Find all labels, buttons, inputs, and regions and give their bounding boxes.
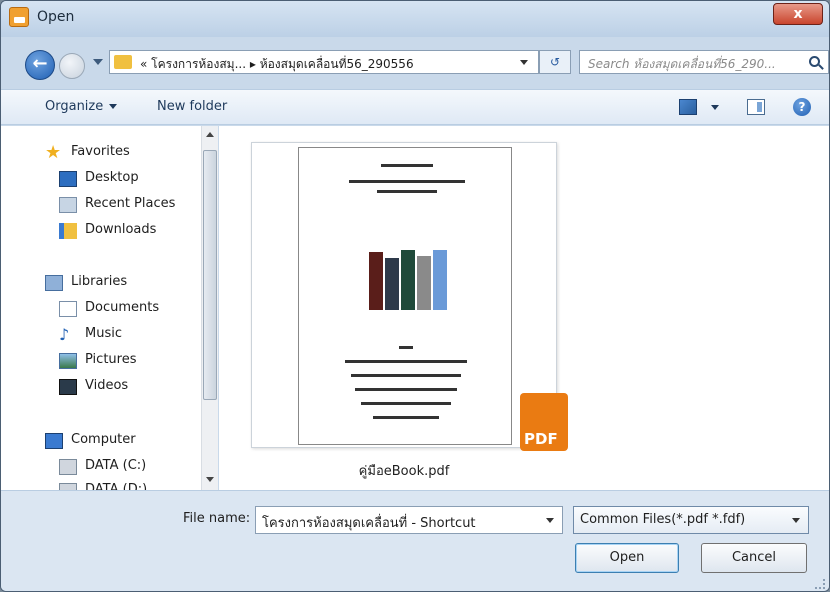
chevron-down-icon [109, 104, 118, 109]
scroll-down-icon[interactable] [206, 477, 214, 482]
file-item[interactable]: PDF [251, 142, 568, 451]
sidebar-item-label: Recent Places [85, 196, 176, 211]
change-view-icon[interactable] [679, 99, 697, 115]
dialog-footer: File name: โครงการห้องสมุดเคลื่อนที่ - S… [1, 490, 829, 591]
resize-grip-icon[interactable] [815, 579, 825, 589]
new-folder-button[interactable]: New folder [157, 99, 227, 114]
sidebar-item-label: Downloads [85, 222, 157, 237]
app-icon [9, 7, 29, 27]
star-icon: ★ [45, 142, 62, 163]
file-type-select[interactable]: Common Files(*.pdf *.fdf) [573, 506, 809, 534]
navigation-pane: ★ Favorites Desktop Recent Places Downlo… [1, 126, 201, 490]
sidebar-item-desktop[interactable]: Desktop [59, 168, 199, 190]
sidebar-item-recent-places[interactable]: Recent Places [59, 194, 199, 216]
sidebar-item-libraries[interactable]: Libraries [45, 272, 195, 294]
address-bar[interactable]: « โครงการห้องสมุ... ▸ ห้องสมุดเคลื่อนที่… [109, 50, 539, 74]
forward-button[interactable] [59, 53, 85, 79]
pdf-preview-thumbnail [298, 147, 512, 445]
file-name-dropdown-icon[interactable] [546, 518, 554, 523]
organize-label: Organize [45, 99, 104, 114]
organize-button[interactable]: Organize [45, 99, 118, 114]
recent-places-icon [59, 197, 77, 213]
pdf-file-icon: PDF [520, 393, 568, 451]
sidebar-item-pictures[interactable]: Pictures [59, 350, 199, 372]
sidebar-item-drive-c[interactable]: DATA (C:) [59, 456, 199, 478]
desktop-icon [59, 171, 77, 187]
file-list: PDF คู่มือeBook.pdf [219, 126, 829, 490]
file-name-value: โครงการห้องสมุดเคลื่อนที่ - Shortcut [262, 516, 476, 531]
folder-icon [114, 55, 132, 69]
sidebar-item-computer[interactable]: Computer [45, 430, 195, 452]
sidebar-item-label: Music [85, 326, 122, 341]
sidebar-item-downloads[interactable]: Downloads [59, 220, 199, 242]
document-icon [59, 301, 77, 317]
hard-drive-icon [59, 483, 77, 490]
hard-drive-icon [59, 459, 77, 475]
preview-pane-icon[interactable] [747, 99, 765, 115]
file-name-input[interactable]: โครงการห้องสมุดเคลื่อนที่ - Shortcut [255, 506, 563, 534]
film-icon [59, 379, 77, 395]
recent-locations-dropdown-icon[interactable] [93, 59, 103, 65]
sidebar-item-label: Favorites [71, 144, 130, 159]
refresh-button[interactable]: ↺ [539, 50, 571, 74]
window-title: Open [37, 9, 75, 25]
help-icon[interactable]: ? [793, 98, 811, 116]
search-icon[interactable] [809, 56, 820, 67]
sidebar-item-documents[interactable]: Documents [59, 298, 199, 320]
downloads-folder-icon [59, 223, 77, 239]
chevron-down-icon [792, 518, 800, 523]
sidebar-item-videos[interactable]: Videos [59, 376, 199, 398]
cancel-button[interactable]: Cancel [701, 543, 807, 573]
sidebar-item-label: Videos [85, 378, 129, 393]
view-options-dropdown-icon[interactable] [711, 105, 719, 110]
back-button[interactable]: ← [25, 50, 55, 80]
open-dialog: Open x ← « โครงการห้องสมุ... ▸ ห้องสมุดเ… [0, 0, 830, 592]
sidebar-item-label: DATA (C:) [85, 458, 147, 473]
sidebar-item-label: Computer [71, 432, 136, 447]
sidebar-item-label: Documents [85, 300, 160, 315]
title-bar[interactable]: Open x [1, 1, 829, 37]
sidebar-item-favorites[interactable]: ★ Favorites [45, 142, 195, 164]
scrollbar-thumb[interactable] [203, 150, 217, 400]
file-name-field-label: File name: [183, 511, 251, 526]
file-name-label[interactable]: คู่มือeBook.pdf [251, 460, 557, 481]
close-button[interactable]: x [773, 3, 823, 25]
open-button[interactable]: Open [575, 543, 679, 573]
breadcrumb[interactable]: « โครงการห้องสมุ... ▸ ห้องสมุดเคลื่อนที่… [140, 55, 414, 74]
sidebar-item-label: Pictures [85, 352, 137, 367]
scroll-up-icon[interactable] [206, 132, 214, 137]
sidebar-item-music[interactable]: ♪ Music [59, 324, 199, 346]
command-bar: Organize New folder ? [1, 89, 829, 125]
sidebar-item-label: Libraries [71, 274, 128, 289]
libraries-icon [45, 275, 63, 291]
navigation-bar: ← « โครงการห้องสมุ... ▸ ห้องสมุดเคลื่อนท… [1, 37, 829, 89]
sidebar-item-drive-d[interactable]: DATA (D:) [59, 480, 199, 490]
search-box[interactable]: Search ห้องสมุดเคลื่อนที่56_290... [579, 50, 829, 74]
navigation-pane-scrollbar[interactable] [201, 126, 218, 490]
sidebar-item-label: Desktop [85, 170, 139, 185]
search-input[interactable]: Search ห้องสมุดเคลื่อนที่56_290... [588, 55, 798, 74]
pictures-icon [59, 353, 77, 369]
sidebar-item-label: DATA (D:) [85, 482, 148, 490]
books-icon [363, 244, 455, 310]
music-note-icon: ♪ [59, 325, 70, 344]
file-type-value: Common Files(*.pdf *.fdf) [580, 512, 746, 527]
computer-icon [45, 433, 63, 449]
address-dropdown-icon[interactable] [520, 60, 528, 65]
